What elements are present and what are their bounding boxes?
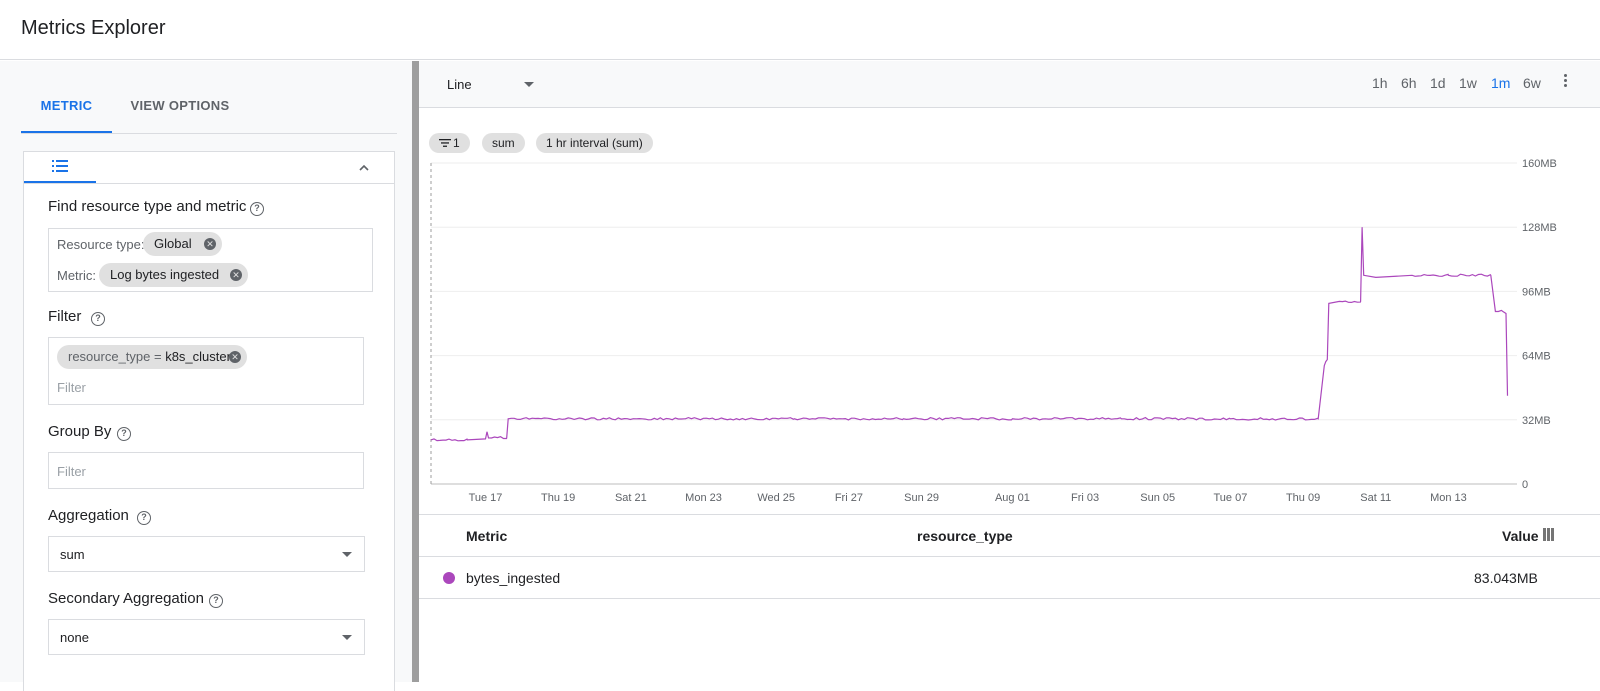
list-view-button[interactable] xyxy=(24,152,96,183)
range-1h[interactable]: 1h xyxy=(1372,75,1388,91)
remove-chip-icon[interactable]: ✕ xyxy=(229,351,241,363)
x-tick-label: Sat 11 xyxy=(1360,492,1391,504)
y-tick-label: 0 xyxy=(1522,479,1528,491)
x-tick-label: Fri 27 xyxy=(835,492,863,504)
help-icon[interactable]: ? xyxy=(117,427,131,441)
line-chart: 0 32MB 64MB 96MB 128MB 160MB Tue 17 Thu 19 Sat 2… xyxy=(430,158,1557,504)
range-1m[interactable]: 1m xyxy=(1491,75,1510,91)
tab-metric[interactable]: METRIC xyxy=(21,93,112,133)
help-icon[interactable]: ? xyxy=(91,312,105,326)
chart-type-select[interactable]: Line xyxy=(447,77,472,92)
aggregation-select[interactable]: sum xyxy=(48,536,365,572)
chevron-up-icon[interactable] xyxy=(354,158,374,178)
aggregation-label: Aggregation xyxy=(48,507,129,524)
find-label: Find resource type and metric xyxy=(48,198,247,215)
tab-view-options[interactable]: VIEW OPTIONS xyxy=(124,93,236,133)
x-tick-label: Mon 13 xyxy=(1430,492,1467,504)
x-tick-label: Tue 17 xyxy=(469,492,503,504)
aggregation-value: sum xyxy=(60,547,85,562)
range-6h[interactable]: 6h xyxy=(1401,75,1417,91)
row-value: 83.043MB xyxy=(1474,570,1538,586)
panel-resize-handle[interactable] xyxy=(412,61,419,682)
x-tick-label: Fri 03 xyxy=(1071,492,1099,504)
filter-chip-value: k8s_cluster xyxy=(165,349,231,364)
metric-label: Metric: xyxy=(57,268,96,283)
dropdown-arrow-icon xyxy=(342,552,352,557)
x-tick-label: Wed 25 xyxy=(757,492,795,504)
metric-chip[interactable]: Log bytes ingested ✕ xyxy=(99,263,248,287)
secondary-aggregation-select[interactable]: none xyxy=(48,619,365,655)
range-1d[interactable]: 1d xyxy=(1430,75,1446,91)
more-vert-icon[interactable] xyxy=(1564,74,1568,90)
filter-count: 1 xyxy=(453,136,460,150)
page-title: Metrics Explorer xyxy=(21,17,166,39)
metric-config-panel: METRIC VIEW OPTIONS Find resource type a… xyxy=(0,61,420,691)
filter-count-pill[interactable]: 1 xyxy=(429,133,470,153)
filter-input[interactable]: Filter xyxy=(57,380,86,395)
resource-type-chip[interactable]: Global ✕ xyxy=(143,232,222,256)
filter-icon xyxy=(439,139,451,147)
range-1w[interactable]: 1w xyxy=(1459,75,1477,91)
filter-box[interactable]: resource_type = k8s_cluster ✕ Filter xyxy=(48,337,364,405)
x-tick-label: Aug 01 xyxy=(995,492,1030,504)
legend-table-header: Metric resource_type Value xyxy=(419,514,1600,557)
table-row[interactable]: bytes_ingested 83.043MB xyxy=(419,557,1600,599)
x-tick-label: Sun 29 xyxy=(904,492,939,504)
dropdown-arrow-icon xyxy=(342,635,352,640)
y-tick-label: 32MB xyxy=(1522,415,1551,427)
resource-metric-box[interactable]: Resource type: Global ✕ Metric: Log byte… xyxy=(48,228,373,292)
group-by-placeholder: Filter xyxy=(57,464,86,479)
x-tick-label: Mon 23 xyxy=(685,492,722,504)
panel-tabs: METRIC VIEW OPTIONS xyxy=(21,93,397,134)
filter-chip-key: resource_type = xyxy=(68,349,166,364)
list-icon xyxy=(52,160,68,172)
column-value[interactable]: Value xyxy=(1502,528,1539,544)
app-header: Metrics Explorer xyxy=(0,0,1600,60)
series-line-bytes-ingested xyxy=(430,227,1509,442)
group-by-input[interactable]: Filter xyxy=(48,452,364,489)
x-tick-label: Sat 21 xyxy=(615,492,647,504)
help-icon[interactable]: ? xyxy=(250,202,264,216)
help-icon[interactable]: ? xyxy=(209,594,223,608)
x-tick-label: Sun 05 xyxy=(1140,492,1175,504)
column-metric[interactable]: Metric xyxy=(466,528,507,544)
resource-type-label: Resource type: xyxy=(57,237,145,252)
filter-chip[interactable]: resource_type = k8s_cluster ✕ xyxy=(57,345,247,369)
dropdown-arrow-icon[interactable] xyxy=(524,82,534,87)
interval-pill[interactable]: 1 hr interval (sum) xyxy=(536,133,653,153)
remove-chip-icon[interactable]: ✕ xyxy=(230,269,242,281)
y-tick-label: 64MB xyxy=(1522,351,1551,363)
x-tick-label: Thu 19 xyxy=(541,492,575,504)
chart-toolbar: Line 1h 6h 1d 1w 1m 6w xyxy=(419,61,1600,108)
resource-type-value: Global xyxy=(154,236,192,251)
aggregation-pill[interactable]: sum xyxy=(482,133,525,153)
y-tick-label: 160MB xyxy=(1522,158,1557,170)
card-header xyxy=(24,152,394,184)
metric-card: Find resource type and metric ? Resource… xyxy=(23,151,395,691)
x-tick-label: Thu 09 xyxy=(1286,492,1320,504)
chart-panel: Line 1h 6h 1d 1w 1m 6w 1 sum 1 hr interv… xyxy=(419,61,1600,682)
series-color-dot xyxy=(443,572,455,584)
secondary-aggregation-label: Secondary Aggregation xyxy=(48,590,204,607)
column-resource-type[interactable]: resource_type xyxy=(917,528,1013,544)
help-icon[interactable]: ? xyxy=(137,511,151,525)
columns-icon[interactable] xyxy=(1543,528,1557,541)
secondary-aggregation-value: none xyxy=(60,630,89,645)
filter-label: Filter xyxy=(48,308,82,325)
y-tick-label: 96MB xyxy=(1522,286,1551,298)
range-6w[interactable]: 6w xyxy=(1523,75,1541,91)
remove-chip-icon[interactable]: ✕ xyxy=(204,238,216,250)
row-metric: bytes_ingested xyxy=(466,570,561,586)
x-tick-label: Tue 07 xyxy=(1213,492,1247,504)
group-by-label: Group By xyxy=(48,423,112,440)
metric-value: Log bytes ingested xyxy=(110,267,220,282)
y-tick-label: 128MB xyxy=(1522,222,1557,234)
